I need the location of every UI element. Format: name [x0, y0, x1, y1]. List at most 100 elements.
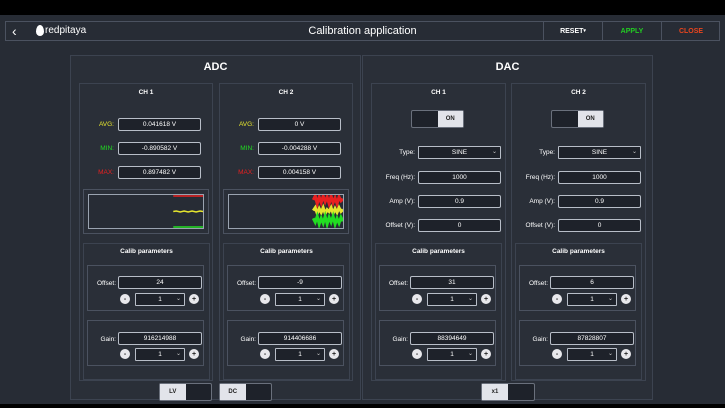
signal-traces	[311, 190, 345, 230]
ac-dc-toggle[interactable]: DC	[219, 383, 272, 401]
off-option	[552, 111, 578, 127]
offset-label: Offset:	[96, 280, 116, 287]
offset-input[interactable]: -9	[258, 276, 342, 289]
reset-button[interactable]: RESET ▾	[543, 21, 602, 41]
frequency-label: Freq (Hz):	[525, 174, 555, 181]
offset-minus-button[interactable]: -	[260, 294, 270, 304]
amplitude-input[interactable]: 0.9	[418, 195, 501, 208]
output-toggle[interactable]: ON	[411, 110, 464, 128]
gain-input[interactable]: 88394649	[410, 332, 494, 345]
offset-step-select[interactable]: 1 ⌄	[427, 293, 477, 306]
on-option[interactable]: ON	[577, 111, 603, 127]
offset-label: Offset:	[388, 280, 408, 287]
frequency-value: 1000	[452, 174, 467, 181]
waveform-type-select[interactable]: SINE ⌄	[418, 146, 501, 159]
max-value: 0.897482 V	[118, 166, 201, 179]
max-value: 0.004158 V	[258, 166, 341, 179]
offset-minus-button[interactable]: -	[412, 294, 422, 304]
gain-minus-button[interactable]: -	[552, 349, 562, 359]
offset-step-select[interactable]: 1 ⌄	[275, 293, 325, 306]
offset-voltage-value: 0	[457, 222, 462, 229]
calib-title: Calib parameters	[412, 248, 465, 255]
offset-plus-button[interactable]: +	[189, 294, 199, 304]
dac-title: DAC	[495, 61, 520, 73]
offset-input[interactable]: 6	[550, 276, 634, 289]
chevron-down-icon: ⌄	[631, 149, 637, 155]
offset-step-select[interactable]: 1 ⌄	[135, 293, 185, 306]
gain-input[interactable]: 916214988	[118, 332, 202, 345]
calib-title: Calib parameters	[260, 248, 313, 255]
apply-button[interactable]: APPLY	[602, 21, 661, 41]
reset-label: RESET	[560, 27, 584, 35]
adc-title: ADC	[203, 61, 228, 73]
min-value: -0.004288 V	[258, 142, 341, 155]
amplitude-label: Amp (V):	[529, 198, 555, 205]
gain-minus-button[interactable]: -	[260, 349, 270, 359]
offset-input[interactable]: 31	[410, 276, 494, 289]
channel-title: CH 2	[571, 89, 586, 96]
dc-option[interactable]: DC	[220, 384, 246, 400]
frequency-input[interactable]: 1000	[558, 171, 641, 184]
offset-plus-button[interactable]: +	[329, 294, 339, 304]
gain-plus-button[interactable]: +	[329, 349, 339, 359]
offset-step-value: 1	[298, 296, 302, 303]
gain-step-select[interactable]: 1 ⌄	[427, 348, 477, 361]
redpitaya-logo: redpitaya	[36, 25, 86, 36]
chevron-down-icon: ⌄	[315, 296, 321, 302]
frequency-input[interactable]: 1000	[418, 171, 501, 184]
offset-voltage-label: Offset (V):	[525, 222, 556, 229]
signal-preview-frame	[223, 189, 349, 234]
off-option	[412, 111, 438, 127]
lv-option[interactable]: LV	[160, 384, 186, 400]
offset-input[interactable]: 24	[118, 276, 202, 289]
gain-input[interactable]: 914406686	[258, 332, 342, 345]
gain-plus-button[interactable]: +	[189, 349, 199, 359]
back-button[interactable]: ‹	[12, 23, 17, 39]
chevron-down-icon: ⌄	[607, 351, 613, 357]
offset-plus-button[interactable]: +	[481, 294, 491, 304]
offset-plus-button[interactable]: +	[621, 294, 631, 304]
chevron-down-icon: ⌄	[175, 351, 181, 357]
waveform-type-select[interactable]: SINE ⌄	[558, 146, 641, 159]
gain-minus-button[interactable]: -	[412, 349, 422, 359]
close-button[interactable]: CLOSE	[661, 21, 720, 41]
x1-option[interactable]: x1	[482, 384, 508, 400]
frequency-value: 1000	[592, 174, 607, 181]
offset-minus-button[interactable]: -	[552, 294, 562, 304]
gain-plus-button[interactable]: +	[621, 349, 631, 359]
gain-step-select[interactable]: 1 ⌄	[275, 348, 325, 361]
gain-step-select[interactable]: 1 ⌄	[567, 348, 617, 361]
min-label: MIN:	[240, 145, 254, 152]
channel-title: CH 1	[431, 89, 446, 96]
gain-plus-button[interactable]: +	[481, 349, 491, 359]
chevron-down-icon: ⌄	[315, 351, 321, 357]
gain-input[interactable]: 87828807	[550, 332, 634, 345]
offset-voltage-value: 0	[597, 222, 602, 229]
offset-step-value: 1	[590, 296, 594, 303]
lv-hv-toggle[interactable]: LV	[159, 383, 212, 401]
channel-title: CH 1	[138, 89, 154, 96]
gain-label: Gain:	[240, 336, 256, 343]
gain-minus-button[interactable]: -	[120, 349, 130, 359]
gain-step-value: 1	[590, 351, 594, 358]
channel-title: CH 2	[278, 89, 294, 96]
gain-label: Gain:	[532, 336, 548, 343]
gain-step-select[interactable]: 1 ⌄	[135, 348, 185, 361]
min-label: MIN:	[100, 145, 114, 152]
flame-icon	[36, 25, 44, 36]
offset-minus-button[interactable]: -	[120, 294, 130, 304]
max-label: MAX:	[98, 169, 114, 176]
amplitude-value: 0.9	[454, 198, 465, 205]
offset-voltage-input[interactable]: 0	[558, 219, 641, 232]
output-toggle[interactable]: ON	[551, 110, 604, 128]
on-option[interactable]: ON	[437, 111, 463, 127]
waveform-type-value: SINE	[591, 149, 608, 156]
offset-voltage-input[interactable]: 0	[418, 219, 501, 232]
amplitude-label: Amp (V):	[389, 198, 415, 205]
dac-gain-toggle[interactable]: x1	[481, 383, 535, 401]
offset-step-select[interactable]: 1 ⌄	[567, 293, 617, 306]
amplitude-input[interactable]: 0.9	[558, 195, 641, 208]
bottom-bar	[0, 404, 725, 408]
offset-step-value: 1	[450, 296, 454, 303]
avg-label: AVG:	[98, 121, 114, 128]
